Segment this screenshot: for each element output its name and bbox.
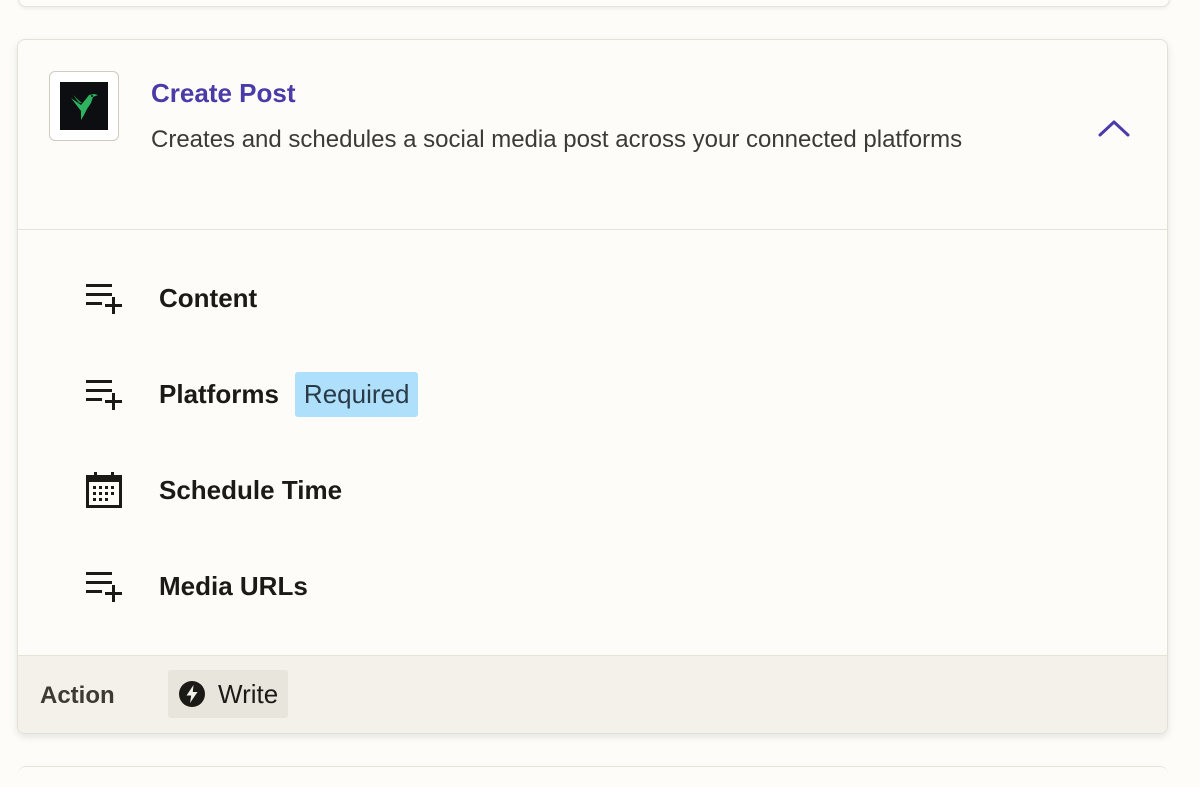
chevron-up-icon <box>1098 120 1130 137</box>
field-media-urls[interactable]: Media URLs <box>18 538 1167 634</box>
field-label: Media URLs <box>159 570 308 601</box>
type-chip: Write <box>168 670 289 718</box>
card-footer: Action Write <box>18 655 1167 733</box>
card-header[interactable]: Create Post Creates and schedules a soci… <box>18 40 1167 230</box>
footer-label: Action <box>40 682 115 709</box>
hummingbird-logo-icon <box>60 82 108 130</box>
previous-card-edge <box>18 0 1170 7</box>
collapse-toggle[interactable] <box>1094 112 1134 144</box>
text-add-icon <box>84 566 124 606</box>
calendar-icon <box>84 470 124 510</box>
field-platforms[interactable]: Platforms Required <box>18 346 1167 442</box>
action-description: Creates and schedules a social media pos… <box>151 126 963 153</box>
field-label: Content <box>159 282 258 313</box>
field-list: Content Platforms Required Schedule Time… <box>18 250 1167 634</box>
field-schedule-time[interactable]: Schedule Time <box>18 442 1167 538</box>
required-badge: Required <box>294 371 419 417</box>
field-label: Schedule Time <box>159 474 343 505</box>
action-card: Create Post Creates and schedules a soci… <box>17 39 1168 734</box>
action-title: Create Post <box>151 78 296 108</box>
field-content[interactable]: Content <box>18 250 1167 346</box>
bolt-icon <box>179 681 205 707</box>
field-label: Platforms <box>159 378 279 409</box>
text-add-icon <box>84 374 124 414</box>
type-chip-label: Write <box>218 678 279 709</box>
next-card-edge <box>18 766 1168 787</box>
app-logo <box>49 71 119 141</box>
text-add-icon <box>84 278 124 318</box>
